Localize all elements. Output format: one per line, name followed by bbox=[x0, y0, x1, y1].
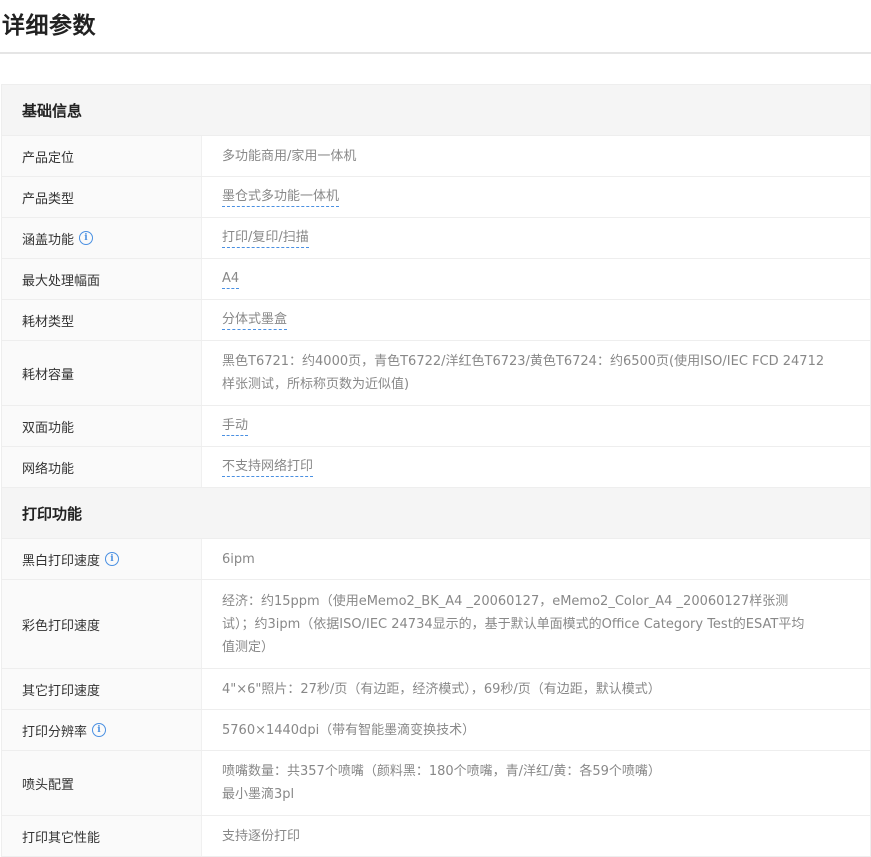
spec-value: 经济：约15ppm（使用eMemo2_BK_A4 _20060127，eMemo… bbox=[202, 580, 870, 668]
spec-table: 基础信息 产品定位 多功能商用/家用一体机 产品类型 墨仓式多功能一体机 涵盖功… bbox=[1, 84, 871, 857]
spec-label: 喷头配置 bbox=[2, 751, 202, 815]
functions-link[interactable]: 打印/复印/扫描 bbox=[222, 229, 309, 248]
spec-label: 双面功能 bbox=[2, 406, 202, 446]
spec-value: 分体式墨盒 bbox=[202, 300, 870, 340]
network-link[interactable]: 不支持网络打印 bbox=[222, 458, 314, 477]
spec-label: 涵盖功能 i bbox=[2, 218, 202, 258]
spec-label: 产品类型 bbox=[2, 177, 202, 217]
spec-row-consumable-capacity: 耗材容量 黑色T6721：约4000页，青色T6722/洋红色T6723/黄色T… bbox=[2, 341, 870, 406]
spec-row-other-speed: 其它打印速度 4"×6"照片：27秒/页（有边距，经济模式），69秒/页（有边距… bbox=[2, 669, 870, 710]
spec-value: 打印/复印/扫描 bbox=[202, 218, 870, 258]
spec-value: 手动 bbox=[202, 406, 870, 446]
spec-value: 6ipm bbox=[222, 551, 255, 567]
page-title: 详细参数 bbox=[2, 13, 96, 39]
spec-value: 4"×6"照片：27秒/页（有边距，经济模式），69秒/页（有边距，默认模式） bbox=[222, 681, 661, 697]
spec-label: 最大处理幅面 bbox=[2, 259, 202, 299]
value-line: 喷嘴数量：共357个喷嘴（颜料黑：180个喷嘴，青/洋红/黄：各59个喷嘴） bbox=[222, 764, 661, 779]
spec-row-other-print: 打印其它性能 支持逐份打印 bbox=[2, 816, 870, 857]
spec-label: 耗材容量 bbox=[2, 341, 202, 405]
spec-value: 喷嘴数量：共357个喷嘴（颜料黑：180个喷嘴，青/洋红/黄：各59个喷嘴） 最… bbox=[202, 751, 870, 815]
spec-label: 网络功能 bbox=[2, 447, 202, 487]
info-icon[interactable]: i bbox=[79, 231, 94, 245]
section-header-basic: 基础信息 bbox=[2, 85, 870, 136]
spec-value: 黑色T6721：约4000页，青色T6722/洋红色T6723/黄色T6724：… bbox=[202, 341, 870, 405]
spec-value: 墨仓式多功能一体机 bbox=[202, 177, 870, 217]
section-header-print: 打印功能 bbox=[2, 488, 870, 539]
spec-row-duplex: 双面功能 手动 bbox=[2, 406, 870, 447]
spec-row-network: 网络功能 不支持网络打印 bbox=[2, 447, 870, 488]
spec-label: 产品定位 bbox=[2, 136, 202, 176]
spec-value: A4 bbox=[202, 259, 870, 299]
info-icon[interactable]: i bbox=[92, 723, 107, 737]
spec-row-consumable-type: 耗材类型 分体式墨盒 bbox=[2, 300, 870, 341]
spec-label: 彩色打印速度 bbox=[2, 580, 202, 668]
spec-label: 打印其它性能 bbox=[2, 816, 202, 856]
spec-row-functions: 涵盖功能 i 打印/复印/扫描 bbox=[2, 218, 870, 259]
spec-value: 不支持网络打印 bbox=[202, 447, 870, 487]
spec-label: 黑白打印速度 i bbox=[2, 539, 202, 579]
duplex-link[interactable]: 手动 bbox=[222, 417, 249, 436]
consumable-type-link[interactable]: 分体式墨盒 bbox=[222, 311, 288, 330]
spec-value: 支持逐份打印 bbox=[222, 828, 301, 844]
title-divider bbox=[0, 52, 871, 54]
spec-row-nozzle: 喷头配置 喷嘴数量：共357个喷嘴（颜料黑：180个喷嘴，青/洋红/黄：各59个… bbox=[2, 751, 870, 816]
spec-row-product-type: 产品类型 墨仓式多功能一体机 bbox=[2, 177, 870, 218]
spec-row-positioning: 产品定位 多功能商用/家用一体机 bbox=[2, 136, 870, 177]
value-line: 黑色T6721：约4000页，青色T6722/洋红色T6723/黄色T6724：… bbox=[222, 354, 825, 369]
spec-label: 打印分辨率 i bbox=[2, 710, 202, 750]
spec-row-color-speed: 彩色打印速度 经济：约15ppm（使用eMemo2_BK_A4 _2006012… bbox=[2, 580, 870, 669]
product-type-link[interactable]: 墨仓式多功能一体机 bbox=[222, 188, 340, 207]
value-line: 试）；约3ipm（依据ISO/IEC 24734显示的，基于默认单面模式的Off… bbox=[222, 616, 805, 632]
spec-row-max-size: 最大处理幅面 A4 bbox=[2, 259, 870, 300]
info-icon[interactable]: i bbox=[105, 552, 120, 566]
value-line: 值测定） bbox=[222, 639, 275, 655]
value-line: 经济：约15ppm（使用eMemo2_BK_A4 _20060127，eMemo… bbox=[222, 593, 789, 609]
spec-row-mono-speed: 黑白打印速度 i 6ipm bbox=[2, 539, 870, 580]
spec-label: 其它打印速度 bbox=[2, 669, 202, 709]
value-line: 样张测试，所标称页数为近似值) bbox=[222, 377, 410, 392]
spec-value: 多功能商用/家用一体机 bbox=[222, 148, 357, 164]
spec-row-resolution: 打印分辨率 i 5760×1440dpi（带有智能墨滴变换技术） bbox=[2, 710, 870, 751]
spec-value: 5760×1440dpi（带有智能墨滴变换技术） bbox=[222, 722, 476, 738]
max-size-link[interactable]: A4 bbox=[222, 270, 240, 289]
value-line: 最小墨滴3pl bbox=[222, 787, 295, 802]
spec-label: 耗材类型 bbox=[2, 300, 202, 340]
